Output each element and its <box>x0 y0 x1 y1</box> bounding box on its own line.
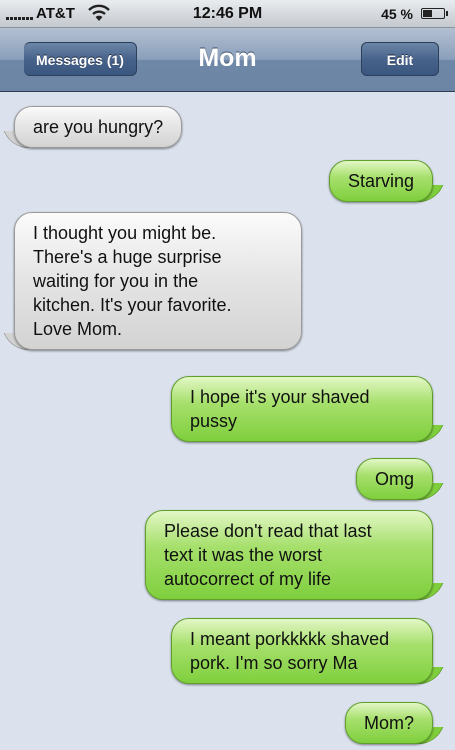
navigation-bar: Messages (1) Mom Edit <box>0 28 455 92</box>
message-text: Omg <box>374 469 414 489</box>
outgoing-message-bubble[interactable]: Starving <box>328 160 433 202</box>
battery-icon <box>421 8 448 19</box>
message-text: I thought you might be. There's a huge s… <box>33 223 232 339</box>
message-text: Please don't read that last text it was … <box>164 521 372 589</box>
status-bar: AT&T 12:46 PM 45 % <box>0 0 455 28</box>
outgoing-message-bubble[interactable]: I meant porkkkkk shaved pork. I'm so sor… <box>171 618 433 684</box>
outgoing-message-bubble[interactable]: Please don't read that last text it was … <box>145 510 433 600</box>
message-text: Starving <box>347 171 414 191</box>
outgoing-message-bubble[interactable]: I hope it's your shaved pussy <box>171 376 433 442</box>
incoming-message-bubble[interactable]: are you hungry? <box>14 106 183 148</box>
message-thread[interactable]: are you hungry? Starving I thought you m… <box>0 92 455 750</box>
message-text: I meant porkkkkk shaved pork. I'm so sor… <box>190 629 390 673</box>
message-text: I hope it's your shaved pussy <box>190 387 370 431</box>
battery-percent: 45 % <box>381 6 413 22</box>
battery-level-fill <box>423 10 432 17</box>
message-text: Mom? <box>363 713 414 733</box>
message-text: are you hungry? <box>33 117 164 137</box>
outgoing-message-bubble[interactable]: Mom? <box>344 702 433 744</box>
edit-button[interactable]: Edit <box>361 42 439 76</box>
outgoing-message-bubble[interactable]: Omg <box>355 458 433 500</box>
incoming-message-bubble[interactable]: I thought you might be. There's a huge s… <box>14 212 302 350</box>
